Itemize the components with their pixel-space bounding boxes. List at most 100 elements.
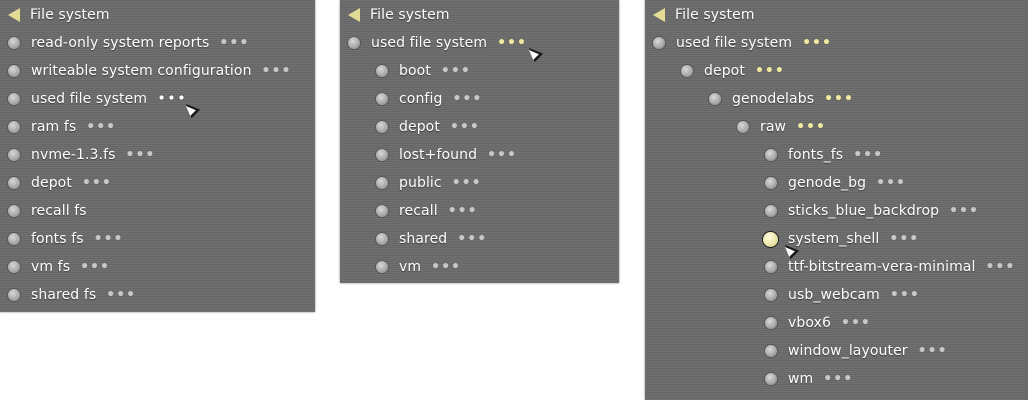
list-item-depot[interactable]: depot •••	[0, 169, 315, 197]
list-item-vbox6[interactable]: vbox6 •••	[645, 309, 1028, 337]
more-options-icon[interactable]: •••	[985, 260, 1015, 274]
path-item-genodelabs[interactable]: genodelabs •••	[645, 85, 1028, 113]
radio-dot-selected-icon[interactable]	[763, 231, 778, 247]
list-item-system-shell[interactable]: system_shell •••	[645, 225, 1028, 253]
more-options-icon[interactable]: •••	[487, 148, 517, 162]
radio-dot-icon[interactable]	[737, 121, 749, 133]
more-options-icon[interactable]: •••	[86, 120, 116, 134]
radio-dot-icon[interactable]	[348, 37, 360, 49]
radio-dot-icon[interactable]	[765, 317, 777, 329]
more-options-icon[interactable]: •••	[949, 204, 979, 218]
more-options-icon[interactable]: •••	[94, 232, 124, 246]
list-item-used-file-system[interactable]: used file system •••	[0, 85, 315, 113]
path-item-depot[interactable]: depot •••	[645, 57, 1028, 85]
more-options-icon[interactable]: •••	[448, 204, 478, 218]
radio-dot-icon[interactable]	[8, 149, 20, 161]
radio-dot-icon[interactable]	[765, 205, 777, 217]
list-item-wm[interactable]: wm •••	[645, 365, 1028, 393]
back-row[interactable]: File system	[340, 1, 619, 29]
radio-dot-icon[interactable]	[8, 93, 20, 105]
more-options-icon[interactable]: •••	[802, 36, 832, 50]
more-options-icon[interactable]: •••	[824, 92, 854, 106]
radio-dot-icon[interactable]	[8, 121, 20, 133]
more-options-icon[interactable]: •••	[876, 176, 906, 190]
list-item-lost-found[interactable]: lost+found •••	[340, 141, 619, 169]
more-options-icon[interactable]: •••	[431, 260, 461, 274]
radio-dot-icon[interactable]	[681, 65, 693, 77]
radio-dot-icon[interactable]	[765, 261, 777, 273]
more-options-icon[interactable]: •••	[457, 232, 487, 246]
radio-dot-icon[interactable]	[376, 233, 388, 245]
more-options-icon[interactable]: •••	[853, 148, 883, 162]
radio-dot-icon[interactable]	[709, 93, 721, 105]
more-options-icon[interactable]: •••	[219, 36, 249, 50]
more-options-icon[interactable]: •••	[452, 92, 482, 106]
more-options-icon[interactable]: •••	[450, 120, 480, 134]
list-item-used-file-system[interactable]: used file system •••	[340, 29, 619, 57]
radio-dot-icon[interactable]	[376, 205, 388, 217]
radio-dot-icon[interactable]	[765, 289, 777, 301]
radio-dot-icon[interactable]	[376, 261, 388, 273]
list-item-usb-webcam[interactable]: usb_webcam •••	[645, 281, 1028, 309]
more-options-icon[interactable]: •••	[106, 288, 136, 302]
more-options-icon[interactable]: •••	[262, 64, 292, 78]
more-options-icon[interactable]: •••	[82, 176, 112, 190]
radio-dot-icon[interactable]	[8, 233, 20, 245]
list-item-recall-fs[interactable]: recall fs	[0, 197, 315, 225]
more-options-icon[interactable]: •••	[755, 64, 785, 78]
radio-dot-icon[interactable]	[8, 261, 20, 273]
list-item-shared[interactable]: shared •••	[340, 225, 619, 253]
list-item-vm[interactable]: vm •••	[340, 253, 619, 281]
list-item-recall[interactable]: recall •••	[340, 197, 619, 225]
list-item-shared-fs[interactable]: shared fs •••	[0, 281, 315, 309]
list-item-ttf-bitstream-vera-minimal[interactable]: ttf-bitstream-vera-minimal •••	[645, 253, 1028, 281]
more-options-icon[interactable]: •••	[890, 288, 920, 302]
more-options-icon[interactable]: •••	[126, 148, 156, 162]
more-options-icon[interactable]: •••	[80, 260, 110, 274]
list-item-config[interactable]: config •••	[340, 85, 619, 113]
radio-dot-icon[interactable]	[8, 205, 20, 217]
list-item-writeable-system-configuration[interactable]: writeable system configuration •••	[0, 57, 315, 85]
back-arrow-icon[interactable]	[8, 8, 20, 22]
radio-dot-icon[interactable]	[376, 93, 388, 105]
more-options-icon[interactable]: •••	[889, 232, 919, 246]
list-item-vm-fs[interactable]: vm fs •••	[0, 253, 315, 281]
more-options-icon[interactable]: •••	[823, 372, 853, 386]
back-arrow-icon[interactable]	[348, 8, 360, 22]
radio-dot-icon[interactable]	[376, 149, 388, 161]
radio-dot-icon[interactable]	[765, 373, 777, 385]
list-item-nvme-fs[interactable]: nvme-1.3.fs •••	[0, 141, 315, 169]
back-row[interactable]: File system	[0, 1, 315, 29]
radio-dot-icon[interactable]	[376, 177, 388, 189]
back-row[interactable]: File system	[645, 1, 1028, 29]
radio-dot-icon[interactable]	[8, 65, 20, 77]
list-item-depot[interactable]: depot •••	[340, 113, 619, 141]
radio-dot-icon[interactable]	[765, 149, 777, 161]
back-arrow-icon[interactable]	[653, 8, 665, 22]
more-options-icon[interactable]: •••	[441, 64, 471, 78]
radio-dot-icon[interactable]	[653, 37, 665, 49]
radio-dot-icon[interactable]	[376, 65, 388, 77]
path-item-used-file-system[interactable]: used file system •••	[645, 29, 1028, 57]
radio-dot-icon[interactable]	[376, 121, 388, 133]
radio-dot-icon[interactable]	[765, 345, 777, 357]
radio-dot-icon[interactable]	[8, 289, 20, 301]
more-options-icon[interactable]: •••	[452, 176, 482, 190]
more-options-icon[interactable]: •••	[796, 120, 826, 134]
list-item-public[interactable]: public •••	[340, 169, 619, 197]
list-item-window-layouter[interactable]: window_layouter •••	[645, 337, 1028, 365]
list-item-boot[interactable]: boot •••	[340, 57, 619, 85]
path-item-raw[interactable]: raw •••	[645, 113, 1028, 141]
radio-dot-icon[interactable]	[8, 177, 20, 189]
more-options-icon[interactable]: •••	[497, 36, 527, 50]
list-item-fonts-fs[interactable]: fonts_fs •••	[645, 141, 1028, 169]
list-item-read-only-system-reports[interactable]: read-only system reports •••	[0, 29, 315, 57]
more-options-icon[interactable]: •••	[918, 344, 948, 358]
list-item-ram-fs[interactable]: ram fs •••	[0, 113, 315, 141]
list-item-fonts-fs[interactable]: fonts fs •••	[0, 225, 315, 253]
radio-dot-icon[interactable]	[765, 177, 777, 189]
radio-dot-icon[interactable]	[8, 37, 20, 49]
more-options-icon[interactable]: •••	[841, 316, 871, 330]
more-options-icon[interactable]: •••	[157, 92, 187, 107]
list-item-genode-bg[interactable]: genode_bg •••	[645, 169, 1028, 197]
